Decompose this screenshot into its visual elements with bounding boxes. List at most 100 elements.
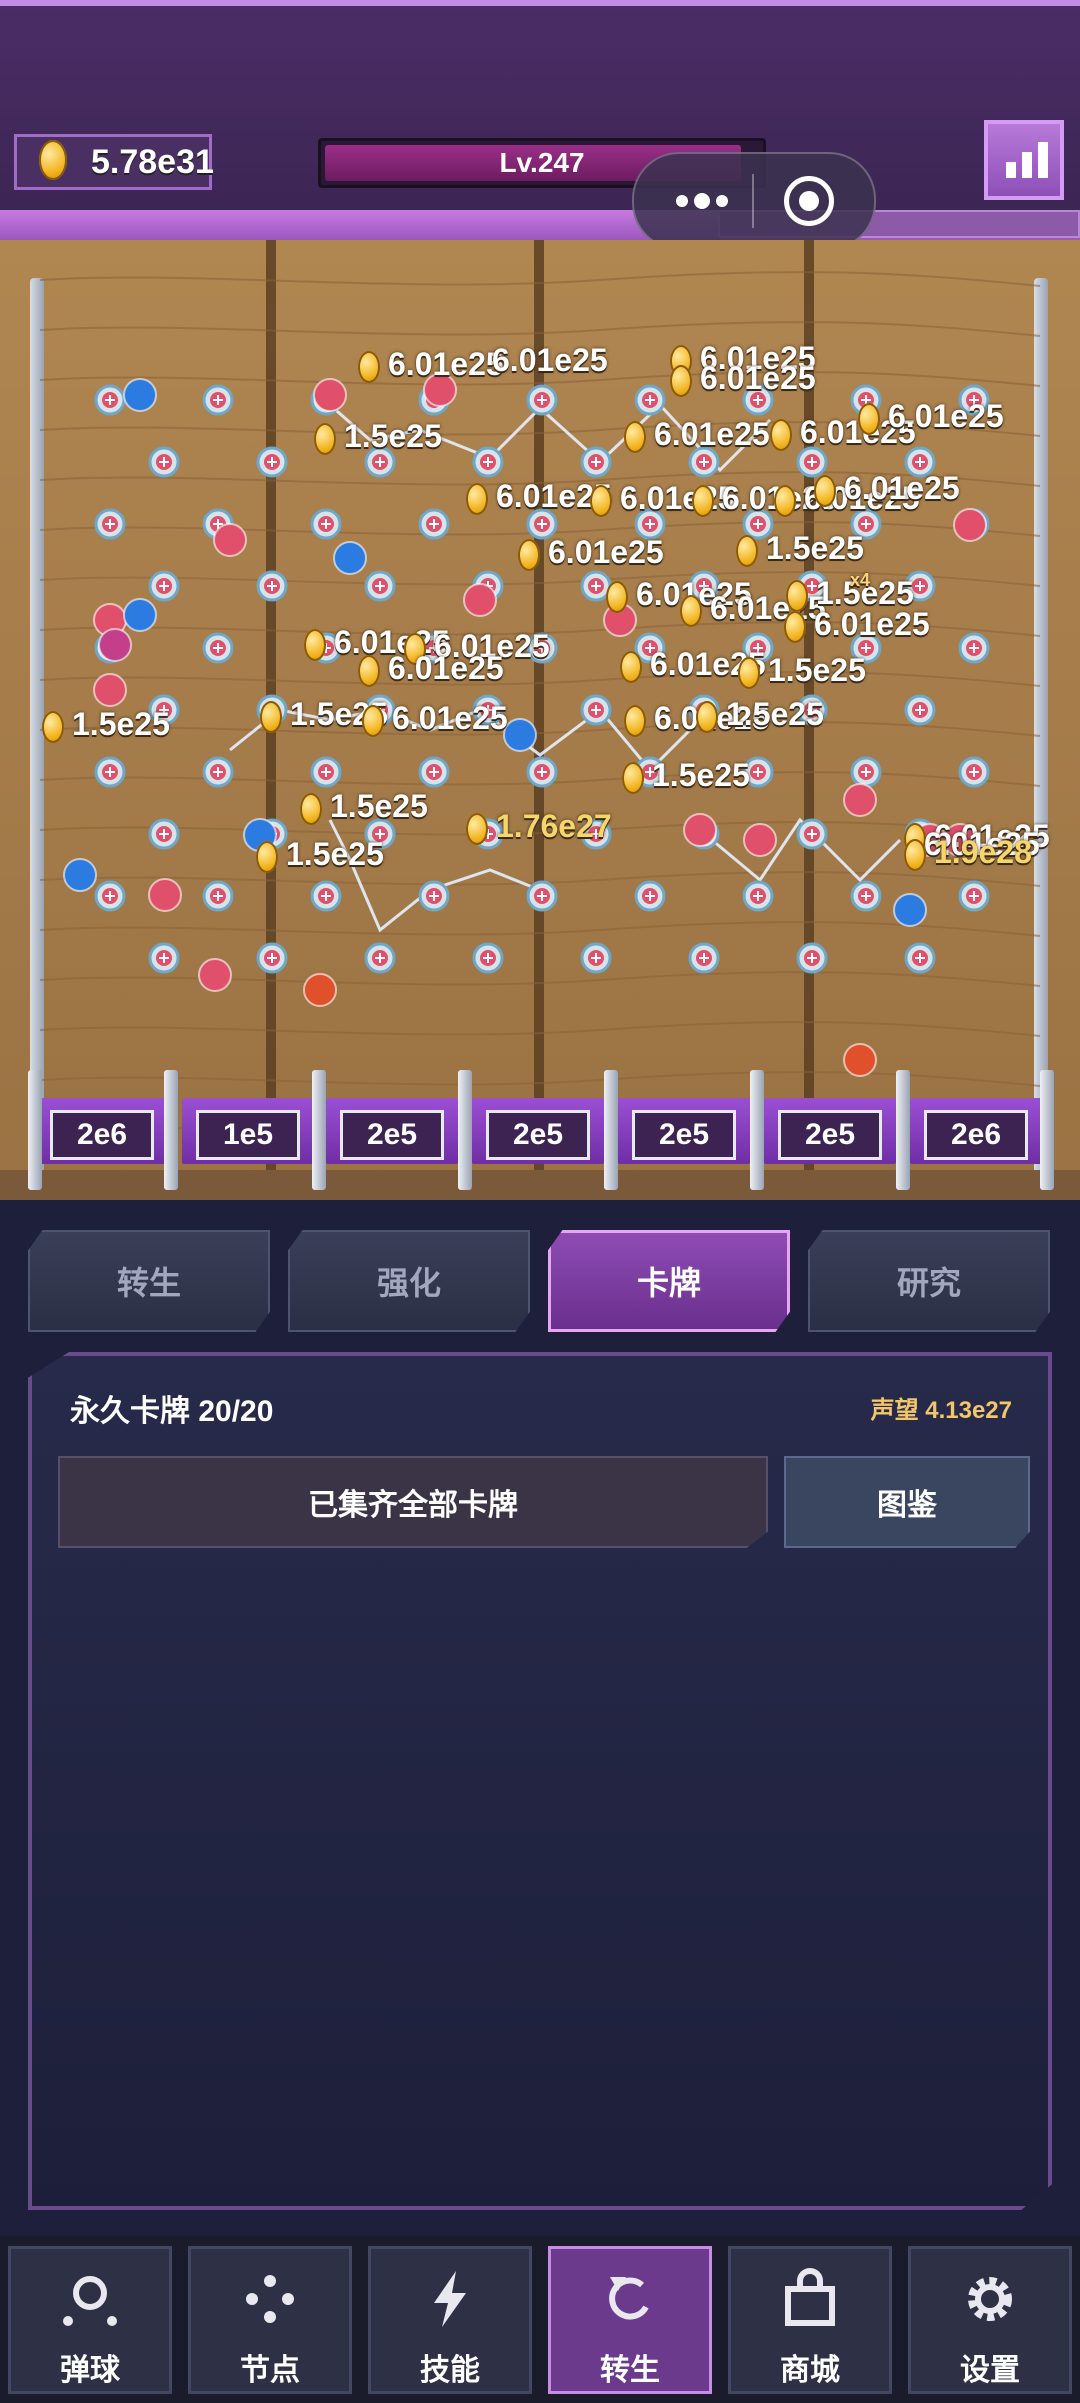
score-popup: 1.5e25	[42, 706, 170, 743]
ball	[333, 541, 367, 575]
score-slot: 2e5	[472, 1090, 604, 1180]
score-popup-value: 1.5e25	[344, 418, 442, 454]
slot-post	[896, 1070, 910, 1190]
coin-icon	[606, 580, 628, 613]
ball	[843, 783, 877, 817]
slot-multiplier: 1e5	[196, 1110, 300, 1160]
coin-icon	[466, 812, 488, 845]
slot-multiplier: 2e6	[50, 1110, 154, 1160]
nav-settings[interactable]: 设置	[908, 2246, 1072, 2394]
all-cards-collected-button[interactable]: 已集齐全部卡牌	[58, 1456, 768, 1548]
coin-icon	[680, 594, 702, 627]
score-popup-value: 6.01e25	[654, 416, 770, 452]
pachinko-board[interactable]: 6.01e25 6.01e25 6.01e25 6.01e25 1.5e25 6.01e2…	[0, 240, 1080, 1200]
slot-reward-popup: 1.76e27	[466, 808, 612, 845]
ball	[63, 858, 97, 892]
coin-icon	[466, 482, 488, 515]
nav-rebirth[interactable]: 转生	[548, 2246, 712, 2394]
coin-icon	[904, 838, 926, 871]
score-popup: 6.01e25	[784, 606, 930, 643]
coin-icon	[814, 474, 836, 507]
score-popup: 1.5e25	[738, 652, 866, 689]
score-popup: 6.01e25	[858, 398, 1004, 435]
slot-post	[312, 1070, 326, 1190]
coin-icon	[692, 484, 714, 517]
score-popup-value: 6.01e25	[844, 470, 960, 506]
slot-post	[458, 1070, 472, 1190]
coin-icon	[300, 792, 322, 825]
slot-reward-value: 1.9e28	[934, 834, 1032, 870]
ball	[123, 378, 157, 412]
refresh-icon	[609, 2277, 649, 2320]
slot-post	[604, 1070, 618, 1190]
score-popup-value: 1.5e25	[652, 757, 750, 793]
nav-label: 设置	[960, 2354, 1020, 2387]
slot-post	[28, 1070, 42, 1190]
tab-cards[interactable]: 卡牌	[548, 1230, 790, 1332]
tab-rebirth[interactable]: 转生	[28, 1230, 270, 1332]
score-slot: 2e5	[618, 1090, 750, 1180]
lightning-icon	[434, 2271, 466, 2327]
ball	[123, 598, 157, 632]
multiplier-badge: x4	[850, 570, 871, 590]
nav-label: 弹球	[60, 2354, 120, 2387]
ball	[463, 583, 497, 617]
coin-icon	[738, 656, 760, 689]
score-popup: 6.01e25	[358, 346, 504, 383]
coin-icon	[42, 710, 64, 743]
ball	[313, 378, 347, 412]
coin-value: 5.78e31	[91, 143, 214, 181]
score-popup-value: 6.01e25	[492, 342, 608, 378]
score-popup-value: 1.5e25	[286, 836, 384, 872]
nav-label: 节点	[240, 2354, 300, 2387]
slot-post	[164, 1070, 178, 1190]
prestige-value: 声望 4.13e27	[870, 1397, 1012, 1424]
nodes-icon	[246, 2275, 294, 2323]
slot-multiplier: 2e5	[778, 1110, 882, 1160]
permanent-cards-count: 永久卡牌 20/20	[70, 1395, 274, 1428]
coin-icon	[620, 650, 642, 683]
tab-enhance[interactable]: 强化	[288, 1230, 530, 1332]
bar-chart-icon[interactable]	[984, 120, 1064, 200]
ball	[683, 813, 717, 847]
score-popup-value: 6.01e25	[388, 650, 504, 686]
nav-shop[interactable]: 商城	[728, 2246, 892, 2394]
coin-icon	[622, 761, 644, 794]
score-popup-value: 6.01e25	[548, 534, 664, 570]
capsule-divider	[752, 174, 754, 228]
score-popup: 6.01e25	[518, 534, 664, 571]
score-slot: 2e6	[910, 1090, 1042, 1180]
nav-pinball[interactable]: 弹球	[8, 2246, 172, 2394]
score-popup: 6.01e25	[492, 342, 608, 379]
coin-icon	[358, 654, 380, 687]
score-popup: 6.01e25	[624, 416, 770, 453]
slot-reward-value: 1.76e27	[496, 808, 612, 844]
nav-skills[interactable]: 技能	[368, 2246, 532, 2394]
codex-button[interactable]: 图鉴	[784, 1456, 1030, 1548]
cards-panel: 永久卡牌 20/20 声望 4.13e27 已集齐全部卡牌 图鉴	[28, 1352, 1052, 2210]
tab-research[interactable]: 研究	[808, 1230, 1050, 1332]
score-popup: 1.5e25	[622, 757, 750, 794]
score-popup: 1.5e25	[696, 696, 824, 733]
coin-icon	[736, 534, 758, 567]
score-popup-value: 6.01e25	[814, 606, 930, 642]
score-popup-value: 6.01e25	[388, 346, 504, 382]
coin-icon	[358, 350, 380, 383]
target-icon[interactable]	[784, 176, 834, 226]
nav-nodes[interactable]: 节点	[188, 2246, 352, 2394]
score-popup-value: 6.01e25	[700, 360, 816, 396]
coin-icon	[784, 610, 806, 643]
score-popup: 6.01e25	[362, 700, 508, 737]
score-popup-value: 1.5e25	[768, 652, 866, 688]
coin-icon	[304, 628, 326, 661]
score-popup-value: 1.5e25	[330, 788, 428, 824]
gear-icon	[968, 2277, 1012, 2321]
coin-icon	[624, 420, 646, 453]
bottom-navigation: 弹球 节点 技能 转生 商城 设置	[0, 2236, 1080, 2403]
slot-post	[750, 1070, 764, 1190]
score-popup-value: 6.01e25	[888, 398, 1004, 434]
nav-label: 商城	[780, 2354, 840, 2387]
more-dots-icon[interactable]	[662, 174, 742, 228]
coin-counter: 5.78e31	[14, 134, 214, 190]
slot-multiplier: 2e5	[632, 1110, 736, 1160]
